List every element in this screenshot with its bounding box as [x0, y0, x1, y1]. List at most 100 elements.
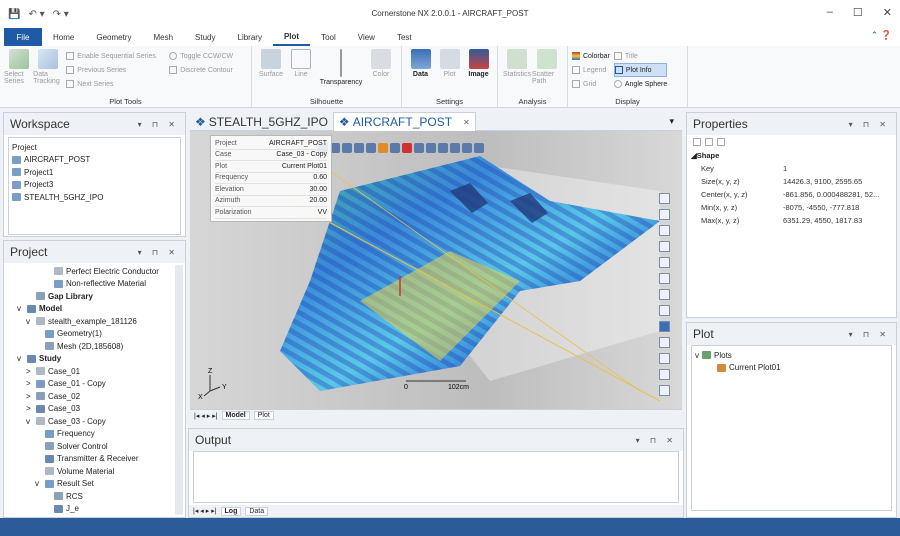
statistics-button[interactable]: Statistics: [502, 49, 532, 85]
project-tree-item[interactable]: v stealth_example_181126: [8, 315, 185, 328]
project-tree-item[interactable]: Solver Control: [8, 440, 185, 453]
scatter-path-button[interactable]: Scatter Path: [532, 49, 562, 85]
rotate-icon[interactable]: [462, 143, 472, 153]
project-tree-item[interactable]: Mesh (2D,185608): [8, 340, 185, 353]
minimize-button[interactable]: –: [827, 6, 833, 19]
cube-top-icon[interactable]: [659, 241, 670, 252]
project-tree-item[interactable]: J_e: [8, 503, 185, 516]
tab-plot[interactable]: Plot: [272, 28, 311, 46]
toggle-ccw-button[interactable]: Toggle CCW/CW: [169, 49, 247, 63]
view-bottom-icon[interactable]: [366, 143, 376, 153]
transparency-slider[interactable]: Transparency: [316, 49, 366, 86]
color-button[interactable]: Color: [366, 49, 396, 86]
save-icon[interactable]: 💾: [8, 9, 20, 20]
view-right-icon[interactable]: [390, 143, 400, 153]
output-nav[interactable]: |◂ ◂ ▸ ▸|: [193, 507, 217, 515]
tab-tool[interactable]: Tool: [310, 28, 347, 46]
image-button[interactable]: Image: [464, 49, 493, 78]
cube-left-icon[interactable]: [659, 273, 670, 284]
project-tree-item[interactable]: v Case_03 - Copy: [8, 415, 185, 428]
data-tracking-button[interactable]: Data Tracking: [33, 49, 62, 91]
data-button[interactable]: Data: [406, 49, 435, 78]
project-tree-item[interactable]: RCS: [8, 490, 185, 503]
tab-study[interactable]: Study: [184, 28, 226, 46]
cube-bottom-icon[interactable]: [659, 257, 670, 268]
select-series-button[interactable]: Select Series: [4, 49, 33, 91]
cube-right-icon[interactable]: [659, 289, 670, 300]
copy-icon[interactable]: [659, 337, 670, 348]
expand-arrow-icon[interactable]: v: [26, 317, 33, 326]
project-scrollbar[interactable]: [175, 265, 183, 515]
tab-home[interactable]: Home: [42, 28, 85, 46]
project-tree-item[interactable]: v Model: [8, 303, 185, 316]
view-back-icon[interactable]: [342, 143, 352, 153]
plot-controls[interactable]: ▾ ⊓ ✕: [849, 330, 890, 339]
tab-view[interactable]: View: [347, 28, 386, 46]
settings-icon[interactable]: [474, 143, 484, 153]
zoom-out-icon[interactable]: [450, 143, 460, 153]
output-controls[interactable]: ▾ ⊓ ✕: [636, 436, 677, 445]
property-row[interactable]: Size(x, y, z) 14426.3, 9100, 2595.65: [687, 175, 896, 188]
expand-arrow-icon[interactable]: >: [26, 392, 33, 401]
cube-3d-icon[interactable]: [659, 305, 670, 316]
property-row[interactable]: Key 1: [687, 162, 896, 175]
undo-icon[interactable]: ↶ ▾: [28, 9, 44, 20]
zoom-in-icon[interactable]: [438, 143, 448, 153]
workspace-item[interactable]: Project3: [12, 179, 177, 192]
zoom-fit-icon[interactable]: [426, 143, 436, 153]
output-log-area[interactable]: [193, 451, 679, 503]
plot-button[interactable]: Plot: [435, 49, 464, 78]
tab-model[interactable]: Model: [221, 411, 250, 420]
tab-plot-view[interactable]: Plot: [253, 411, 274, 420]
pan-icon[interactable]: [414, 143, 424, 153]
plots-root[interactable]: v Plots: [695, 349, 888, 362]
title-button[interactable]: Title: [613, 49, 667, 63]
enable-sequential-button[interactable]: Enable Sequential Series: [66, 49, 169, 63]
expand-arrow-icon[interactable]: v: [17, 304, 24, 313]
legend-button[interactable]: Legend: [572, 63, 610, 77]
discrete-contour-button[interactable]: Discrete Contour: [169, 63, 247, 77]
workspace-item[interactable]: AIRCRAFT_POST: [12, 154, 177, 167]
maximize-button[interactable]: ☐: [853, 6, 863, 19]
expand-arrow-icon[interactable]: >: [26, 404, 33, 413]
property-row[interactable]: Min(x, y, z) -8075, -4550, -777.818: [687, 201, 896, 214]
view-left-icon[interactable]: [378, 143, 388, 153]
property-row[interactable]: Center(x, y, z) -861.856, 0.000488281, 52…: [687, 188, 896, 201]
tab-library[interactable]: Library: [227, 28, 273, 46]
expand-arrow-icon[interactable]: v: [26, 417, 33, 426]
angle-sphere-button[interactable]: Angle Sphere: [613, 77, 667, 91]
project-tree-item[interactable]: Frequency: [8, 428, 185, 441]
line-button[interactable]: Line: [286, 49, 316, 86]
workspace-controls[interactable]: ▾ ⊓ ✕: [138, 120, 179, 129]
warning-icon[interactable]: [659, 353, 670, 364]
tab-stealth[interactable]: ❖ STEALTH_5GHZ_IPO: [190, 112, 333, 131]
cube-front-icon[interactable]: [659, 209, 670, 220]
properties-controls[interactable]: ▾ ⊓ ✕: [849, 120, 890, 129]
expand-arrow-icon[interactable]: >: [26, 379, 33, 388]
project-tree-item[interactable]: v Study: [8, 353, 185, 366]
workspace-item[interactable]: STEALTH_5GHZ_IPO: [12, 191, 177, 204]
project-tree-item[interactable]: > Case_01 - Copy: [8, 378, 185, 391]
plot-item[interactable]: Current Plot01: [695, 362, 888, 375]
next-series-button[interactable]: Next Series: [66, 77, 169, 91]
file-tab[interactable]: File: [4, 28, 42, 46]
project-tree-item[interactable]: Gap Library: [8, 290, 185, 303]
tab-data[interactable]: Data: [245, 506, 269, 516]
alphabetical-icon[interactable]: [705, 138, 713, 146]
project-tree-item[interactable]: Transmitter & Receiver: [8, 453, 185, 466]
help-icon[interactable]: ⌃ ❓: [871, 30, 892, 41]
project-tree-item[interactable]: > Case_02: [8, 390, 185, 403]
section-shape[interactable]: ◢ Shape: [687, 149, 896, 162]
grid-button[interactable]: Grid: [572, 77, 610, 91]
remove-icon[interactable]: [659, 321, 670, 332]
delete-icon[interactable]: [402, 143, 412, 153]
pin-icon[interactable]: [717, 138, 725, 146]
workspace-item[interactable]: Project1: [12, 166, 177, 179]
plot-info-button[interactable]: Plot Info: [613, 63, 668, 77]
project-tree-item[interactable]: Geometry(1): [8, 328, 185, 341]
project-tree-item[interactable]: Non-reflective Material: [8, 278, 185, 291]
project-tree-item[interactable]: > Case_01: [8, 365, 185, 378]
project-tree-item[interactable]: > Case_03: [8, 403, 185, 416]
close-button[interactable]: ✕: [883, 6, 892, 19]
project-tree-item[interactable]: Volume Material: [8, 465, 185, 478]
